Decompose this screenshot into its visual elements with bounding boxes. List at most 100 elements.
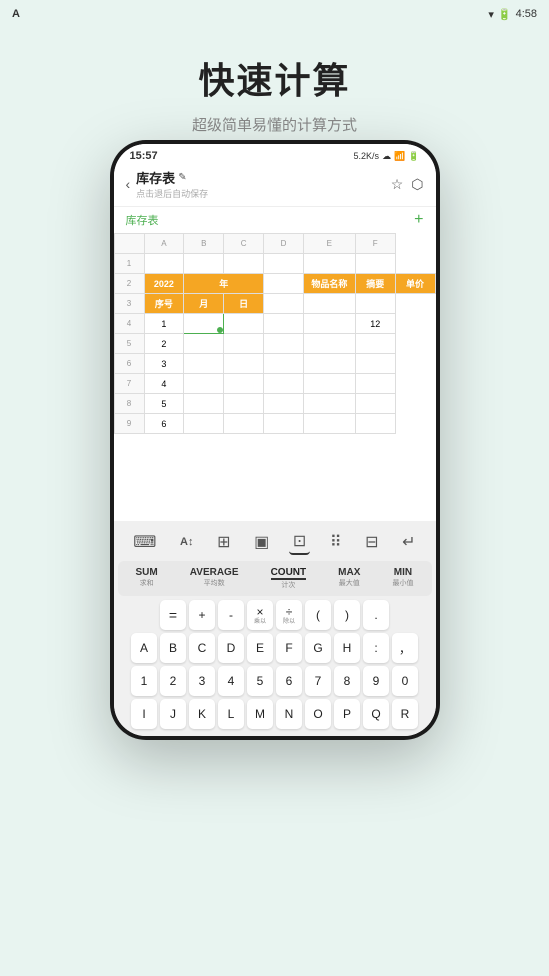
cell-7a[interactable]: 4 — [144, 374, 184, 394]
key-0[interactable]: 0 — [392, 666, 418, 696]
cell-4c[interactable] — [224, 314, 264, 334]
key-I[interactable]: I — [131, 699, 157, 729]
key-colon[interactable]: : — [363, 633, 389, 663]
key-1[interactable]: 1 — [131, 666, 157, 696]
function-button[interactable]: ⊡ — [289, 529, 310, 555]
cell-6b[interactable] — [184, 354, 224, 374]
cell-3a[interactable]: 序号 — [144, 294, 184, 314]
grid-button[interactable]: ⊞ — [213, 530, 234, 554]
cell-3c[interactable]: 日 — [224, 294, 264, 314]
key-3[interactable]: 3 — [189, 666, 215, 696]
enter-button[interactable]: ↵ — [398, 530, 419, 554]
open-paren-key[interactable]: ( — [305, 600, 331, 630]
key-J[interactable]: J — [160, 699, 186, 729]
cell-5b[interactable] — [184, 334, 224, 354]
cell-4d[interactable] — [264, 314, 304, 334]
key-P[interactable]: P — [334, 699, 360, 729]
cell-5a[interactable]: 2 — [144, 334, 184, 354]
cell-9b[interactable] — [184, 414, 224, 434]
cell-3e[interactable] — [303, 294, 355, 314]
plus-key[interactable]: + — [189, 600, 215, 630]
average-button[interactable]: AVERAGE 平均数 — [186, 565, 243, 592]
cell-2a[interactable]: 2022 — [144, 274, 184, 294]
cell-9e[interactable] — [303, 414, 355, 434]
cell-2c[interactable] — [264, 274, 304, 294]
key-H[interactable]: H — [334, 633, 360, 663]
keyboard-toggle-button[interactable]: ⌨ — [129, 530, 160, 554]
cell-6f[interactable] — [355, 354, 395, 374]
table-button[interactable]: ▣ — [250, 530, 273, 554]
count-button[interactable]: COUNT 计次 — [267, 565, 311, 592]
key-2[interactable]: 2 — [160, 666, 186, 696]
minus-key[interactable]: - — [218, 600, 244, 630]
cell-8d[interactable] — [264, 394, 304, 414]
key-D[interactable]: D — [218, 633, 244, 663]
cell-8e[interactable] — [303, 394, 355, 414]
cell-7e[interactable] — [303, 374, 355, 394]
cell-5e[interactable] — [303, 334, 355, 354]
key-L[interactable]: L — [218, 699, 244, 729]
key-comma[interactable]: ， — [392, 633, 418, 663]
cell-2f[interactable]: 单价 — [395, 274, 435, 294]
cell-7f[interactable] — [355, 374, 395, 394]
close-paren-key[interactable]: ) — [334, 600, 360, 630]
col-d[interactable]: D — [264, 234, 304, 254]
key-Q[interactable]: Q — [363, 699, 389, 729]
add-tab-button[interactable]: + — [414, 211, 423, 229]
cell-1e[interactable] — [303, 254, 355, 274]
cell-8c[interactable] — [224, 394, 264, 414]
max-button[interactable]: MAX 最大值 — [334, 565, 364, 592]
col-c[interactable]: C — [224, 234, 264, 254]
equal-key[interactable]: = — [160, 600, 186, 630]
key-7[interactable]: 7 — [305, 666, 331, 696]
edit-icon[interactable]: ✎ — [178, 172, 186, 183]
cell-1d[interactable] — [264, 254, 304, 274]
key-A[interactable]: A — [131, 633, 157, 663]
key-G[interactable]: G — [305, 633, 331, 663]
cell-1b[interactable] — [184, 254, 224, 274]
share-button[interactable]: ⬡ — [411, 176, 423, 193]
cell-9d[interactable] — [264, 414, 304, 434]
cell-3b[interactable]: 月 — [184, 294, 224, 314]
cell-1f[interactable] — [355, 254, 395, 274]
key-M[interactable]: M — [247, 699, 273, 729]
key-8[interactable]: 8 — [334, 666, 360, 696]
key-F[interactable]: F — [276, 633, 302, 663]
cell-2b[interactable]: 年 — [184, 274, 264, 294]
cell-4e[interactable] — [303, 314, 355, 334]
divide-key[interactable]: ÷ 除以 — [276, 600, 302, 630]
cell-9f[interactable] — [355, 414, 395, 434]
apps-button[interactable]: ⠿ — [326, 530, 346, 554]
cell-7b[interactable] — [184, 374, 224, 394]
key-6[interactable]: 6 — [276, 666, 302, 696]
col-e[interactable]: E — [303, 234, 355, 254]
formula-button[interactable]: ⊟ — [361, 530, 382, 554]
col-f[interactable]: F — [355, 234, 395, 254]
key-4[interactable]: 4 — [218, 666, 244, 696]
cell-4b-selected[interactable] — [184, 314, 224, 334]
cell-9a[interactable]: 6 — [144, 414, 184, 434]
key-B[interactable]: B — [160, 633, 186, 663]
cell-4f[interactable]: 12 — [355, 314, 395, 334]
sum-button[interactable]: SUM 求和 — [132, 565, 162, 592]
key-N[interactable]: N — [276, 699, 302, 729]
cell-1a[interactable] — [144, 254, 184, 274]
key-9[interactable]: 9 — [363, 666, 389, 696]
multiply-key[interactable]: × 乘以 — [247, 600, 273, 630]
cell-6a[interactable]: 3 — [144, 354, 184, 374]
back-button[interactable]: ‹ — [126, 176, 131, 192]
cell-8f[interactable] — [355, 394, 395, 414]
col-a[interactable]: A — [144, 234, 184, 254]
cell-3f[interactable] — [355, 294, 395, 314]
key-K[interactable]: K — [189, 699, 215, 729]
cell-5c[interactable] — [224, 334, 264, 354]
cell-2e[interactable]: 摘要 — [355, 274, 395, 294]
cell-6d[interactable] — [264, 354, 304, 374]
cell-5d[interactable] — [264, 334, 304, 354]
star-button[interactable]: ☆ — [391, 176, 404, 193]
key-C[interactable]: C — [189, 633, 215, 663]
min-button[interactable]: MIN 最小值 — [388, 565, 417, 592]
key-5[interactable]: 5 — [247, 666, 273, 696]
cell-6e[interactable] — [303, 354, 355, 374]
text-format-button[interactable]: A↕ — [176, 534, 197, 550]
